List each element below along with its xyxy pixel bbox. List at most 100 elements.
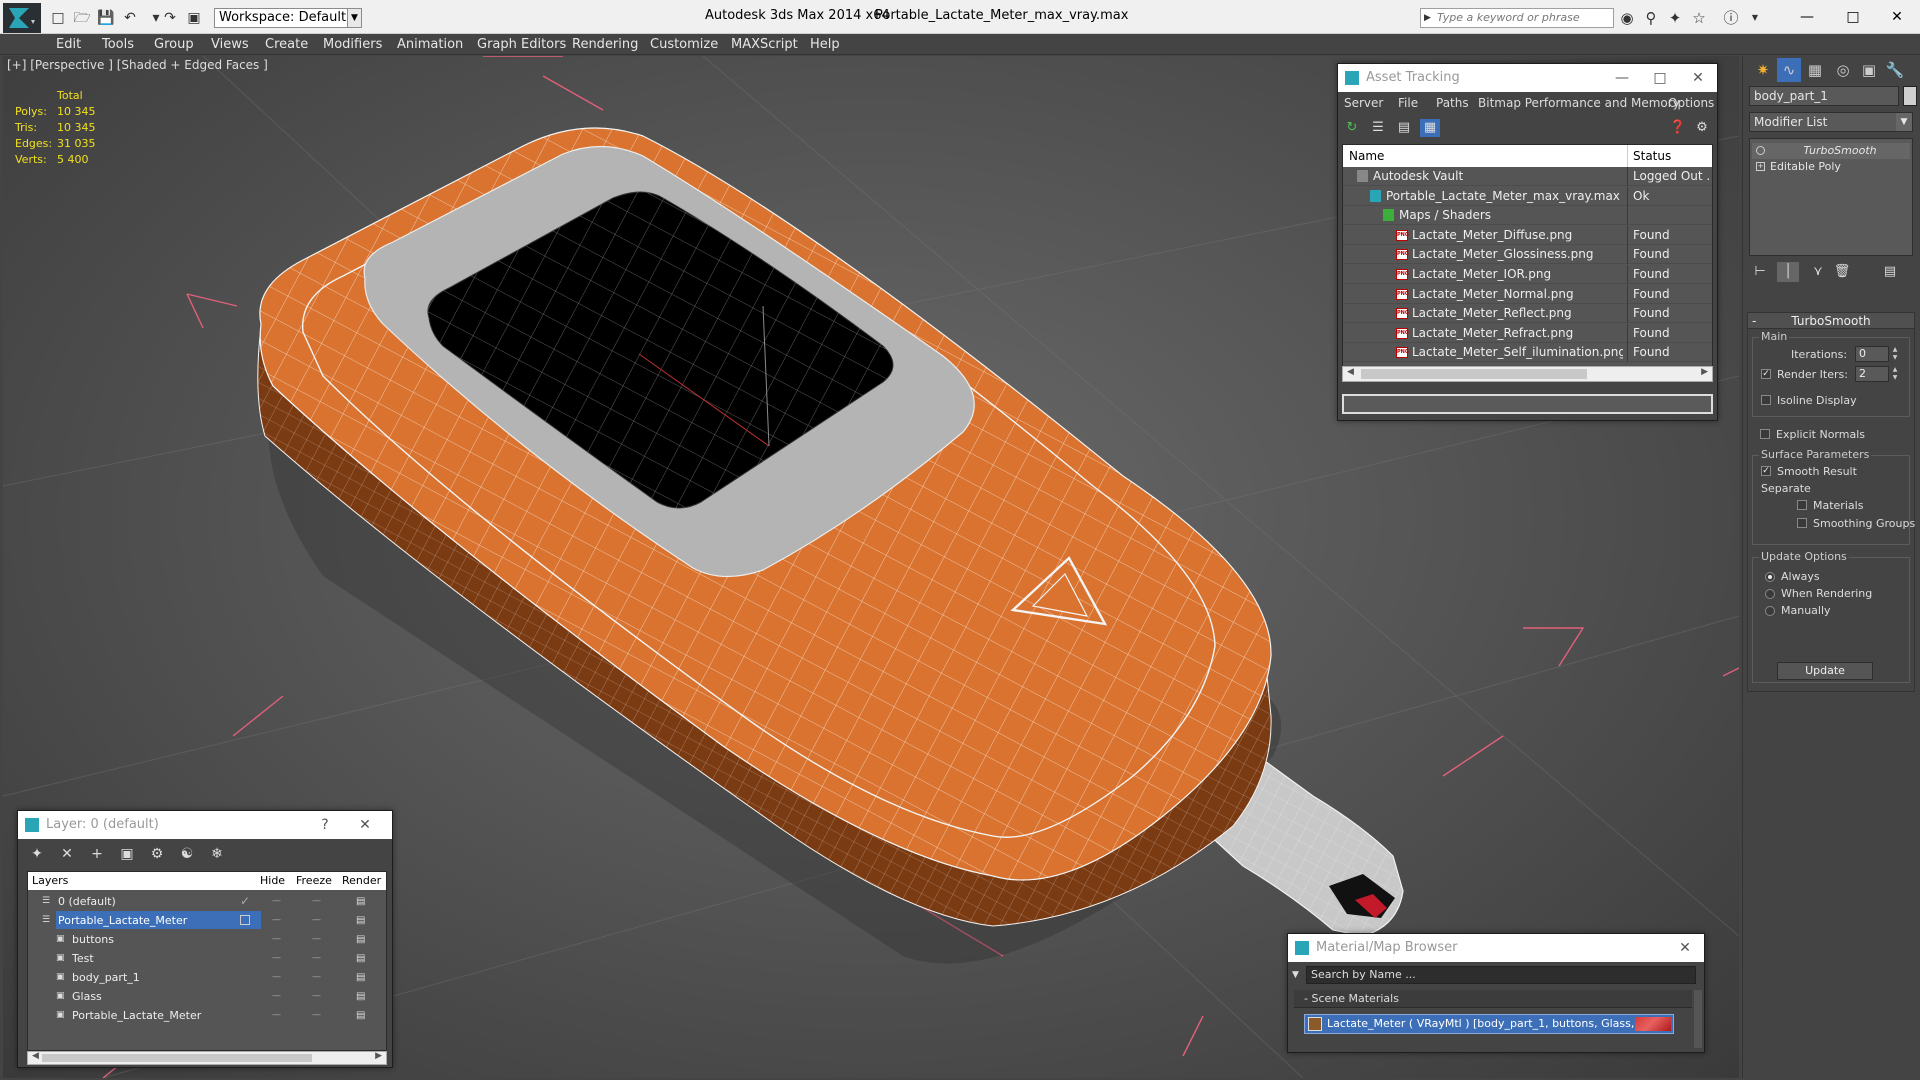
layer-manager-titlebar[interactable]: Layer: 0 (default) ? ✕ <box>18 811 392 839</box>
settings-icon[interactable]: ⚙ <box>1692 119 1712 137</box>
render-teapot-icon[interactable]: ▤ <box>356 987 365 1006</box>
layer-row[interactable]: ▣ body_part_1 — — ▤ <box>28 968 386 987</box>
menu-help[interactable]: Help <box>810 37 840 52</box>
binoculars-icon[interactable]: ◉ <box>1616 8 1638 28</box>
rollout-header[interactable]: - TurboSmooth <box>1748 313 1914 329</box>
stack-item-turbosmooth[interactable]: TurboSmooth <box>1752 143 1910 159</box>
communication-icon[interactable]: ✦ <box>1664 8 1686 28</box>
render-iters-checkbox[interactable]: ✓ <box>1761 369 1771 379</box>
redo-icon[interactable]: ↷ <box>160 9 180 27</box>
utilities-tab-icon[interactable]: 🔧 <box>1883 58 1907 82</box>
project-folder-icon[interactable]: ▣ <box>184 9 204 27</box>
render-teapot-icon[interactable]: ▤ <box>356 949 365 968</box>
menu-customize[interactable]: Customize <box>650 37 718 52</box>
close-icon[interactable]: ✕ <box>1666 934 1704 962</box>
create-layer-icon[interactable]: ✦ <box>26 844 48 864</box>
display-tab-icon[interactable]: ▣ <box>1857 58 1881 82</box>
asset-row[interactable]: PNG Lactate_Meter_Refract.png Found <box>1343 323 1712 343</box>
asset-row[interactable]: PNG Lactate_Meter_Diffuse.png Found <box>1343 225 1712 245</box>
active-layer-check-icon[interactable]: ✓ <box>240 892 250 911</box>
update-always-radio[interactable] <box>1765 572 1775 582</box>
layer-horizontal-scrollbar[interactable]: ◀ ▶ <box>27 1051 387 1065</box>
light-bulb-icon[interactable] <box>1756 146 1765 155</box>
menu-edit[interactable]: Edit <box>56 37 81 52</box>
menu-modifiers[interactable]: Modifiers <box>323 37 382 52</box>
chevron-down-icon[interactable]: ▼ <box>1896 113 1912 131</box>
remove-modifier-icon[interactable]: 🗑 <box>1831 262 1853 282</box>
explicit-normals-checkbox[interactable] <box>1760 429 1770 439</box>
save-file-icon[interactable]: 💾 <box>96 9 116 27</box>
layer-row[interactable]: ☰ Portable_Lactate_Meter — — ▤ <box>28 911 386 930</box>
col-name-header[interactable]: Name <box>1349 149 1384 163</box>
iterations-spinner[interactable]: 0 <box>1855 346 1889 362</box>
at-menu-options[interactable]: Options <box>1668 96 1714 110</box>
motion-tab-icon[interactable]: ◎ <box>1831 58 1855 82</box>
hide-toggle[interactable]: — <box>272 968 281 987</box>
update-when-rendering-radio[interactable] <box>1765 589 1775 599</box>
smooth-result-checkbox[interactable]: ✓ <box>1761 466 1771 476</box>
hierarchy-tab-icon[interactable]: ▦ <box>1803 58 1827 82</box>
favorites-star-icon[interactable]: ☆ <box>1688 8 1710 28</box>
freeze-toggle[interactable]: — <box>312 1006 321 1025</box>
isoline-display-checkbox[interactable] <box>1761 395 1771 405</box>
render-teapot-icon[interactable]: ▤ <box>356 1006 365 1025</box>
col-freeze-header[interactable]: Freeze <box>296 872 332 890</box>
help-dropdown-icon[interactable]: ▼ <box>1744 8 1766 28</box>
help-icon[interactable]: ⓘ <box>1720 8 1742 28</box>
menu-maxscript[interactable]: MAXScript <box>731 37 798 52</box>
close-window-button[interactable]: ✕ <box>1874 4 1920 30</box>
layer-row[interactable]: ☰ 0 (default) ✓ — — ▤ <box>28 892 386 911</box>
spinner-arrows-icon[interactable]: ▲ ▼ <box>1891 366 1899 382</box>
render-teapot-icon[interactable]: ▤ <box>356 968 365 987</box>
hide-toggle[interactable]: — <box>272 892 281 911</box>
maximize-icon[interactable]: □ <box>1641 64 1679 92</box>
freeze-all-icon[interactable]: ❄ <box>206 844 228 864</box>
layer-row[interactable]: ▣ Portable_Lactate_Meter — — ▤ <box>28 1006 386 1025</box>
render-teapot-icon[interactable]: ▤ <box>356 892 365 911</box>
hide-toggle[interactable]: — <box>272 987 281 1006</box>
freeze-toggle[interactable]: — <box>312 911 321 930</box>
freeze-toggle[interactable]: — <box>312 987 321 1006</box>
object-color-swatch[interactable] <box>1903 86 1917 106</box>
hide-toggle[interactable]: — <box>272 911 281 930</box>
layer-row[interactable]: ▣ Glass — — ▤ <box>28 987 386 1006</box>
freeze-toggle[interactable]: — <box>312 892 321 911</box>
update-manually-radio[interactable] <box>1765 606 1775 616</box>
menu-create[interactable]: Create <box>265 37 308 52</box>
freeze-toggle[interactable]: — <box>312 968 321 987</box>
hide-toggle[interactable]: — <box>272 930 281 949</box>
minimize-window-button[interactable]: — <box>1784 4 1830 30</box>
asset-row[interactable]: PNG Lactate_Meter_IOR.png Found <box>1343 265 1712 284</box>
new-file-icon[interactable]: □ <box>48 9 68 27</box>
chevron-down-icon[interactable]: ▼ <box>347 9 361 27</box>
render-teapot-icon[interactable]: ▤ <box>356 911 365 930</box>
undo-icon[interactable]: ↶ <box>120 9 140 27</box>
separate-smoothing-groups-checkbox[interactable] <box>1797 518 1807 528</box>
col-render-header[interactable]: Render <box>342 872 381 890</box>
modify-tab-icon[interactable]: ∿ <box>1777 58 1801 82</box>
minimize-icon[interactable]: — <box>1603 64 1641 92</box>
hide-toggle[interactable]: — <box>272 1006 281 1025</box>
configure-modifier-sets-icon[interactable]: ▤ <box>1879 262 1901 282</box>
asset-row[interactable]: Autodesk Vault Logged Out ... <box>1343 167 1712 186</box>
render-iters-spinner[interactable]: 2 <box>1855 366 1889 382</box>
help-icon[interactable]: ❓ <box>1668 119 1688 137</box>
layer-row[interactable]: ▣ Test — — ▤ <box>28 949 386 968</box>
freeze-toggle[interactable]: — <box>312 930 321 949</box>
asset-row[interactable]: PNG Lactate_Meter_Normal.png Found <box>1343 284 1712 304</box>
update-button[interactable]: Update <box>1777 662 1873 680</box>
asset-path-field[interactable] <box>1342 394 1713 414</box>
col-hide-header[interactable]: Hide <box>260 872 285 890</box>
stack-item-editable-poly[interactable]: + Editable Poly <box>1752 159 1910 175</box>
delete-layer-icon[interactable]: ✕ <box>56 844 78 864</box>
close-icon[interactable]: ✕ <box>1679 64 1717 92</box>
menu-rendering[interactable]: Rendering <box>572 37 638 52</box>
create-tab-icon[interactable]: ✷ <box>1751 58 1775 82</box>
separate-materials-checkbox[interactable] <box>1797 500 1807 510</box>
object-name-field[interactable]: body_part_1 <box>1749 86 1899 106</box>
asset-row[interactable]: PNG Lactate_Meter_Reflect.png Found <box>1343 304 1712 324</box>
expand-plus-icon[interactable]: + <box>1756 162 1765 171</box>
hide-toggle[interactable]: — <box>272 949 281 968</box>
render-teapot-icon[interactable]: ▤ <box>356 930 365 949</box>
material-vertical-scrollbar[interactable] <box>1694 990 1702 1048</box>
